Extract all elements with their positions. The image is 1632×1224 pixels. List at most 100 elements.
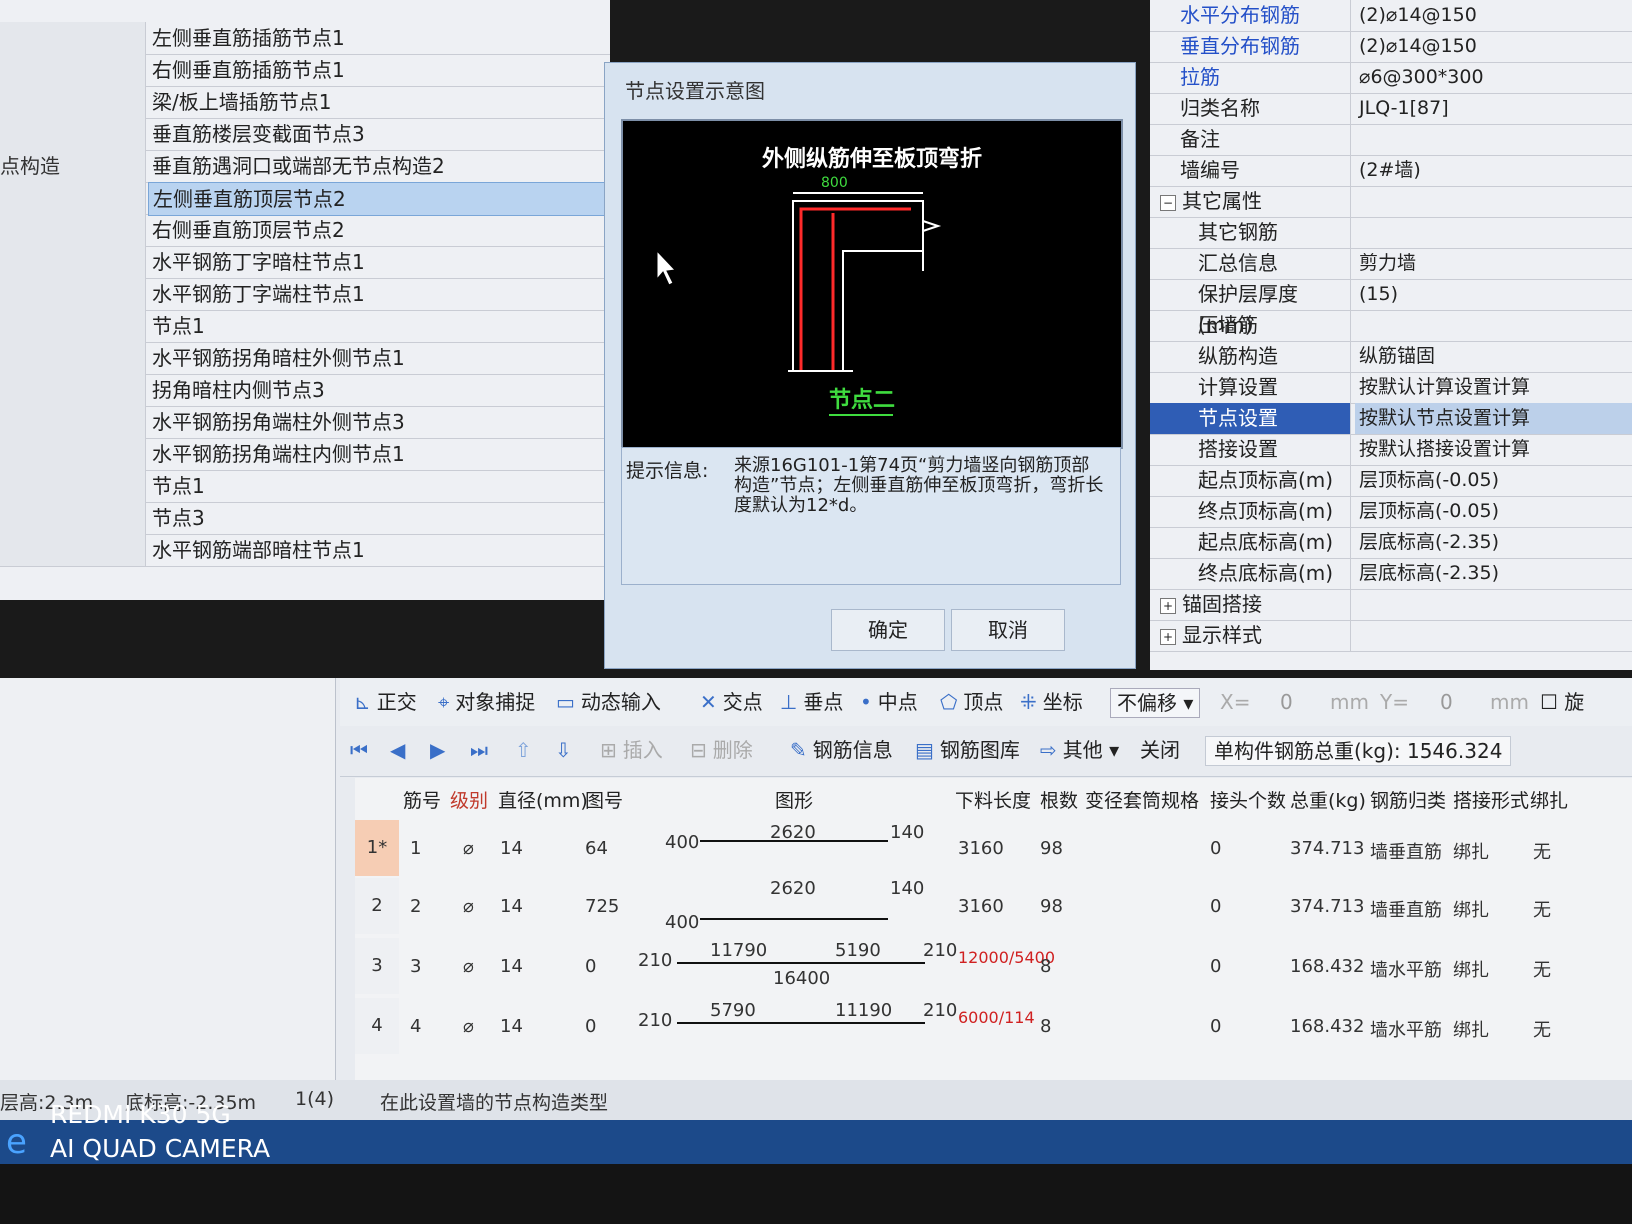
column-header[interactable]: 搭接形式 [1453, 786, 1529, 813]
property-row[interactable]: 归类名称 JLQ-1[87] [1150, 93, 1632, 125]
next-record-icon[interactable]: ▶ [430, 736, 445, 764]
close-button[interactable]: 关闭 [1140, 736, 1180, 764]
node-row-value[interactable]: 水平钢筋拐角端柱外侧节点3 [148, 406, 607, 438]
node-row[interactable]: 节点3 [0, 502, 610, 535]
ie-icon[interactable]: e [6, 1122, 42, 1162]
property-value[interactable] [1355, 186, 1632, 217]
node-row[interactable]: 右侧垂直筋顶层节点2 [0, 214, 610, 247]
insert-button[interactable]: ⊞ 插入 [600, 736, 663, 764]
property-value[interactable] [1355, 124, 1632, 155]
cell-count[interactable]: 98 [1040, 838, 1063, 859]
node-row[interactable]: 点构造 垂直筋遇洞口或端部无节点构造2 [0, 150, 610, 183]
intersection-button[interactable]: ✕ 交点 [700, 688, 763, 716]
cell-grade[interactable]: ⌀ [463, 896, 474, 917]
property-row[interactable]: − 其它属性 [1150, 186, 1632, 218]
property-row[interactable]: 终点底标高(m) 层底标高(-2.35) [1150, 558, 1632, 590]
cell-length[interactable]: 3160 [958, 838, 1004, 859]
property-row[interactable]: 搭接设置 按默认搭接设置计算 [1150, 434, 1632, 466]
cell-grade[interactable]: ⌀ [463, 838, 474, 859]
property-row[interactable]: 节点设置 按默认节点设置计算 [1150, 403, 1632, 435]
property-row[interactable]: + 锚固搭接 [1150, 589, 1632, 621]
prev-record-icon[interactable]: ◀ [390, 736, 405, 764]
cell-lap[interactable]: 绑扎 [1453, 956, 1489, 982]
cell-dia[interactable]: 14 [500, 956, 523, 977]
property-row[interactable]: 拉筋 ⌀6@300*300 [1150, 62, 1632, 94]
node-row[interactable]: 左侧垂直筋顶层节点2 [0, 182, 610, 216]
cell-lap[interactable]: 绑扎 [1453, 896, 1489, 922]
object-snap-button[interactable]: ⌖ 对象捕捉 [438, 688, 535, 716]
cell-fig[interactable]: 0 [585, 1016, 596, 1037]
column-header[interactable]: 图号 [585, 786, 623, 813]
cell-count[interactable]: 8 [1040, 1016, 1051, 1037]
property-row[interactable]: 垂直分布钢筋 (2)⌀14@150 [1150, 31, 1632, 63]
cell-lap[interactable]: 绑扎 [1453, 838, 1489, 864]
expand-icon[interactable]: + [1160, 597, 1176, 614]
property-row[interactable]: 计算设置 按默认计算设置计算 [1150, 372, 1632, 404]
cell-type[interactable]: 墙水平筋 [1370, 956, 1442, 982]
node-row[interactable]: 水平钢筋端部暗柱节点1 [0, 534, 610, 567]
node-row[interactable]: 垂直筋楼层变截面节点3 [0, 118, 610, 151]
node-row[interactable]: 节点1 [0, 310, 610, 343]
property-value[interactable]: (15) [1355, 279, 1632, 310]
node-row-value[interactable]: 拐角暗柱内侧节点3 [148, 374, 607, 406]
ortho-button[interactable]: ⊾ 正交 [354, 688, 417, 716]
cell-joints[interactable]: 0 [1210, 956, 1221, 977]
property-row[interactable]: 墙编号 (2#墙) [1150, 155, 1632, 187]
node-row-value[interactable]: 左侧垂直筋插筋节点1 [148, 22, 607, 54]
property-value[interactable]: (2)⌀14@150 [1355, 0, 1632, 31]
midpoint-button[interactable]: • 中点 [860, 688, 918, 716]
property-value[interactable] [1355, 620, 1632, 651]
node-row[interactable]: 水平钢筋丁字暗柱节点1 [0, 246, 610, 279]
cell-id[interactable]: 1 [410, 838, 421, 859]
node-row-value[interactable]: 节点1 [148, 470, 607, 502]
property-value[interactable] [1355, 310, 1632, 341]
column-header[interactable]: 图形 [775, 786, 813, 813]
delete-button[interactable]: ⊟ 删除 [690, 736, 753, 764]
cell-id[interactable]: 3 [410, 956, 421, 977]
cell-type[interactable]: 墙水平筋 [1370, 1016, 1442, 1042]
node-row-value[interactable]: 节点1 [148, 310, 607, 342]
property-value[interactable]: 按默认搭接设置计算 [1355, 434, 1632, 465]
offset-mode-select[interactable]: 不偏移 ▾ [1110, 688, 1201, 718]
perpendicular-button[interactable]: ⊥ 垂点 [780, 688, 843, 716]
column-header[interactable]: 下料长度 [955, 786, 1031, 813]
cell-count[interactable]: 8 [1040, 956, 1051, 977]
column-header[interactable]: 筋号 [403, 786, 441, 813]
node-row[interactable]: 节点1 [0, 470, 610, 503]
node-row-value[interactable]: 水平钢筋拐角暗柱外侧节点1 [148, 342, 607, 374]
property-value[interactable]: 层顶标高(-0.05) [1355, 465, 1632, 496]
node-row-value[interactable]: 节点3 [148, 502, 607, 534]
property-value[interactable]: 按默认节点设置计算 [1355, 403, 1632, 434]
last-record-icon[interactable]: ⏭ [470, 736, 488, 764]
cell-weight[interactable]: 168.432 [1290, 1016, 1364, 1037]
row-number[interactable]: 2 [355, 878, 399, 934]
node-row[interactable]: 右侧垂直筋插筋节点1 [0, 54, 610, 87]
node-row[interactable]: 水平钢筋拐角端柱外侧节点3 [0, 406, 610, 439]
cell-weight[interactable]: 374.713 [1290, 838, 1364, 859]
cell-id[interactable]: 2 [410, 896, 421, 917]
property-value[interactable]: 层底标高(-2.35) [1355, 558, 1632, 589]
collapse-icon[interactable]: − [1160, 194, 1176, 211]
column-header[interactable]: 钢筋归类 [1370, 786, 1446, 813]
property-value[interactable] [1355, 217, 1632, 248]
property-value[interactable]: JLQ-1[87] [1355, 93, 1632, 124]
node-row[interactable]: 水平钢筋丁字端柱节点1 [0, 278, 610, 311]
cell-type[interactable]: 墙垂直筋 [1370, 896, 1442, 922]
row-number[interactable]: 4 [355, 998, 399, 1054]
dynamic-input-button[interactable]: ▭ 动态输入 [556, 688, 661, 716]
cell-fig[interactable]: 64 [585, 838, 608, 859]
cell-joints[interactable]: 0 [1210, 1016, 1221, 1037]
column-header[interactable]: 绑扎 [1530, 786, 1568, 813]
property-value[interactable]: (2)⌀14@150 [1355, 31, 1632, 62]
property-row[interactable]: 起点底标高(m) 层底标高(-2.35) [1150, 527, 1632, 559]
other-menu-button[interactable]: ⇨ 其他 ▾ [1040, 736, 1119, 764]
property-value[interactable]: 按默认计算设置计算 [1355, 372, 1632, 403]
node-row[interactable]: 水平钢筋拐角端柱内侧节点1 [0, 438, 610, 471]
node-row-value[interactable]: 右侧垂直筋插筋节点1 [148, 54, 607, 86]
node-row-value[interactable]: 水平钢筋端部暗柱节点1 [148, 534, 607, 566]
property-row[interactable]: 起点顶标高(m) 层顶标高(-0.05) [1150, 465, 1632, 497]
cell-dia[interactable]: 14 [500, 1016, 523, 1037]
cell-count[interactable]: 98 [1040, 896, 1063, 917]
property-row[interactable]: 备注 [1150, 124, 1632, 156]
cell-fig[interactable]: 725 [585, 896, 619, 917]
